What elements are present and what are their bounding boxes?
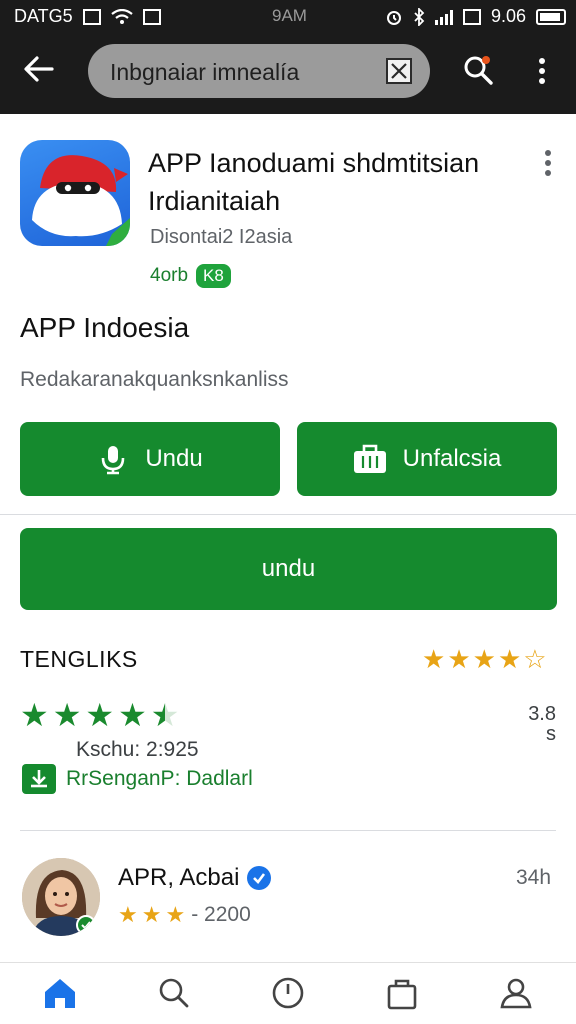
- download-button[interactable]: Undu: [20, 422, 280, 496]
- install-button-label: Unfalcsia: [402, 445, 502, 472]
- back-button[interactable]: [22, 52, 56, 86]
- nav-home[interactable]: [40, 973, 80, 1013]
- microphone-icon: [102, 446, 125, 475]
- main-download-label: undu: [261, 555, 316, 582]
- bluetooth-icon: [414, 7, 425, 26]
- download-count-text: RrSenganP: Dadlarl: [66, 767, 253, 790]
- bag-icon: [387, 979, 417, 1010]
- star-icon: ★: [165, 902, 186, 927]
- review-count: Kschu: 2:925: [76, 738, 199, 761]
- nav-library[interactable]: [382, 973, 422, 1013]
- sim-icon: [462, 8, 481, 25]
- top-bar: DATG5 9AM 9.06 Inbgnaiar imnealía: [0, 0, 576, 114]
- battery-icon: [536, 8, 566, 25]
- app-more-button[interactable]: [540, 150, 556, 176]
- clock-icon: [272, 977, 304, 1009]
- app-title: APP Ianoduami shdmtitsian Irdianitaiah: [148, 148, 480, 216]
- rating-score-suffix: s: [546, 723, 556, 745]
- clear-search-button[interactable]: [386, 58, 412, 84]
- search-icon: [159, 978, 189, 1008]
- signal-icon: [434, 9, 453, 25]
- status-bar: DATG5 9AM 9.06: [0, 0, 576, 32]
- rating-score: 3.8 s: [522, 704, 556, 744]
- status-center-text: 9AM: [272, 6, 307, 25]
- notification-icon: [142, 8, 161, 25]
- mascot-icon: [32, 155, 130, 246]
- star-icon: ★: [422, 644, 446, 674]
- app-description: Redakaranakquanksnkanliss: [20, 368, 289, 391]
- star-icon: ★: [118, 697, 147, 733]
- main-download-button[interactable]: undu: [20, 528, 557, 610]
- nav-search[interactable]: [154, 973, 194, 1013]
- download-icon: [22, 764, 56, 794]
- search-field[interactable]: Inbgnaiar imnealía: [88, 44, 430, 98]
- star-outline-icon: ☆: [523, 644, 547, 674]
- clock-time: 9.06: [490, 6, 526, 26]
- app-icon[interactable]: [20, 140, 130, 246]
- app-developer: Disontai2 I2asia: [150, 226, 293, 248]
- header-star-rating: ★ ★ ★ ★ ☆: [422, 644, 547, 675]
- app-name: APP Indoesia: [20, 312, 190, 343]
- overflow-menu-button[interactable]: [532, 56, 552, 86]
- reviewer-avatar[interactable]: [22, 858, 100, 936]
- bottom-navigation: [0, 962, 576, 1024]
- star-icon: ★: [497, 644, 522, 674]
- person-icon: [22, 858, 100, 936]
- search-icon: [464, 56, 493, 85]
- divider: [0, 514, 576, 515]
- rating-score-value: 3.8: [528, 703, 556, 725]
- age-rating-badge: K8: [196, 264, 231, 288]
- star-icon: ★: [472, 644, 496, 674]
- profile-icon: [500, 978, 532, 1009]
- review-star-rating: ★ ★ ★ - 2200: [118, 902, 251, 928]
- download-count-row: RrSenganP: Dadlarl: [22, 764, 253, 794]
- star-icon: ★: [20, 697, 49, 733]
- carrier-label: DATG5: [14, 6, 73, 26]
- divider: [20, 830, 556, 831]
- reviewer-name: APR, Acbai: [118, 864, 240, 891]
- ratings-section-title: TENGLIKS: [20, 646, 138, 672]
- wifi-icon: [111, 8, 133, 24]
- close-icon: [391, 63, 407, 79]
- star-icon: ★: [52, 697, 82, 733]
- arrow-left-icon: [24, 56, 54, 82]
- briefcase-icon: [353, 444, 386, 473]
- search-query[interactable]: Inbgnaiar imnealía: [110, 59, 299, 86]
- app-rating-row: 4orb K8: [150, 264, 231, 288]
- average-star-rating: ★ ★ ★ ★ ★: [20, 696, 179, 734]
- star-icon: ★: [447, 644, 471, 674]
- nav-history[interactable]: [268, 973, 308, 1013]
- verified-icon: [247, 866, 272, 890]
- star-half-icon: ★: [150, 697, 180, 733]
- star-icon: ★: [118, 902, 138, 927]
- app-rating-text: 4orb: [150, 265, 189, 286]
- search-button[interactable]: [460, 52, 496, 88]
- nav-profile[interactable]: [496, 973, 536, 1013]
- download-button-label: Undu: [145, 445, 203, 472]
- review-time: 34h: [516, 866, 552, 889]
- star-icon: ★: [85, 697, 115, 733]
- star-icon: ★: [141, 902, 162, 927]
- install-button[interactable]: Unfalcsia: [297, 422, 557, 496]
- image-icon: [82, 8, 101, 25]
- reviewer-name-row: APR, Acbai: [118, 864, 272, 892]
- review-date: - 2200: [191, 903, 251, 926]
- home-icon: [45, 979, 75, 1008]
- alarm-icon: [386, 10, 401, 25]
